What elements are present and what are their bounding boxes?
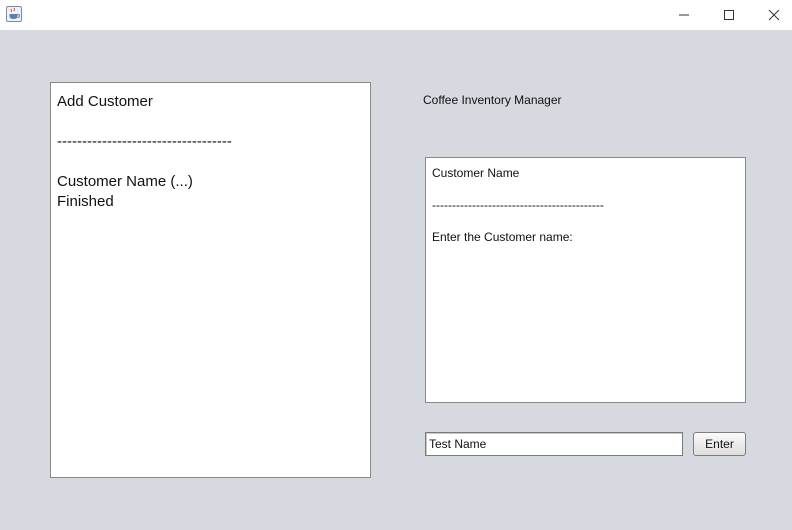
enter-button[interactable]: Enter (693, 432, 746, 456)
maximize-button[interactable] (706, 0, 752, 30)
minimize-icon (679, 14, 689, 16)
prompt-panel: Customer Name --------------------------… (425, 157, 746, 403)
java-cup-icon (6, 6, 22, 22)
output-log-panel: Add Customer ---------------------------… (50, 82, 371, 478)
prompt-line (432, 213, 739, 229)
log-line: ----------------------------------- (57, 133, 232, 150)
app-title-label: Coffee Inventory Manager (423, 93, 562, 107)
prompt-line: Customer Name (432, 166, 520, 180)
log-line: Finished (57, 193, 114, 210)
prompt-line: Enter the Customer name: (432, 230, 573, 244)
minimize-button[interactable] (661, 0, 707, 30)
close-icon (768, 9, 780, 21)
prompt-line: ----------------------------------------… (432, 198, 604, 212)
log-line: Add Customer (57, 93, 153, 110)
prompt-line (432, 181, 739, 197)
close-button[interactable] (751, 0, 792, 30)
title-bar (0, 0, 792, 30)
log-line: Customer Name (...) (57, 173, 193, 190)
customer-name-input[interactable] (425, 432, 683, 456)
maximize-icon (724, 10, 734, 20)
